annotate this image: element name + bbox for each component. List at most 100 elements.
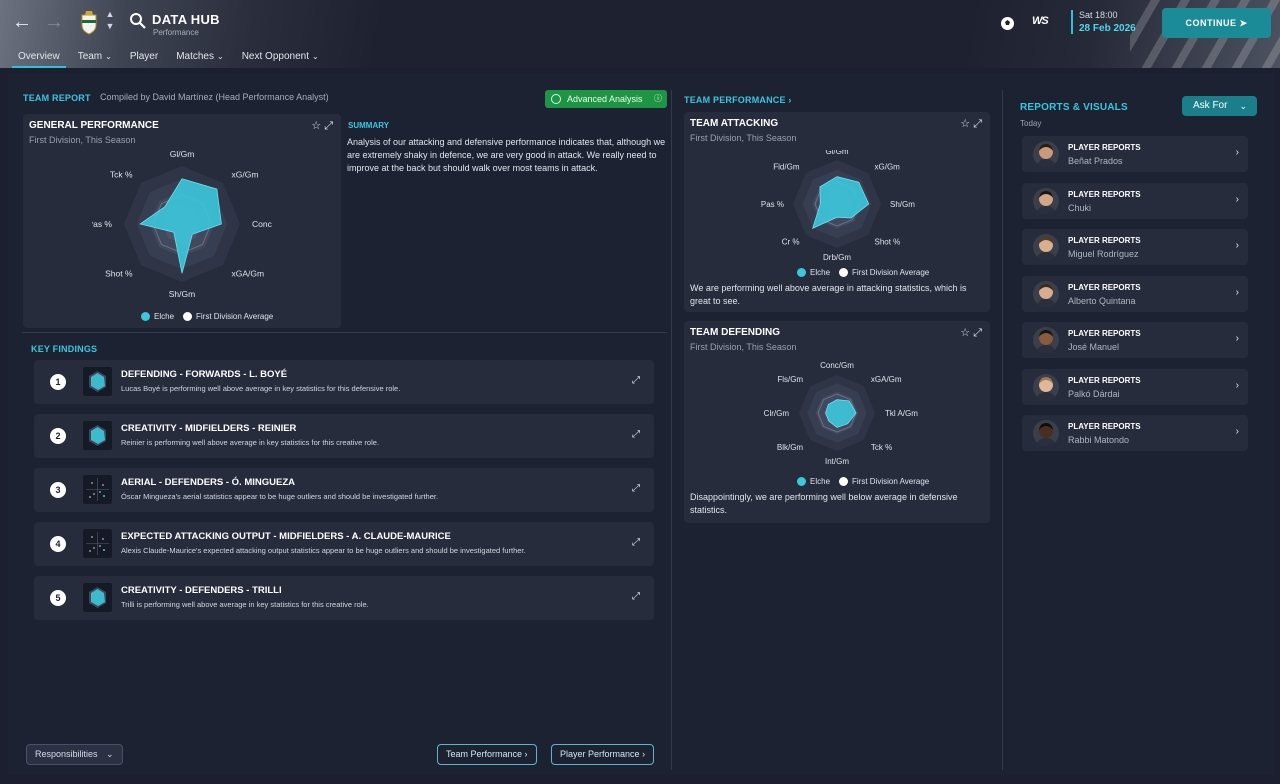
player-report-item[interactable]: PLAYER REPORTS Beñat Prados › (1022, 136, 1248, 172)
radar-axis-label: xGA/Gm (232, 269, 265, 279)
legend-swatch-team (797, 268, 806, 277)
radar-axis-label: Sh/Gm (890, 200, 915, 209)
team-performance-link[interactable]: TEAM PERFORMANCE › (684, 95, 792, 105)
tab-bar: Overview Team ⌄ Player Matches ⌄ Next Oppo… (12, 48, 331, 68)
finding-title: DEFENDING - FORWARDS - L. BOYÉ (121, 369, 288, 380)
scatter-thumbnail-icon (83, 529, 112, 558)
card-title: TEAM ATTACKING (690, 118, 779, 129)
radar-thumbnail-icon (83, 583, 112, 612)
expand-icon[interactable]: ⤢ (324, 120, 333, 132)
expand-icon[interactable]: ⤢ (973, 118, 982, 130)
radar-axis-label: Fld/Gm (773, 163, 800, 172)
chevron-right-icon: › (1235, 240, 1239, 251)
legend-swatch-avg (839, 268, 849, 277)
finding-title: AERIAL - DEFENDERS - Ó. MINGUEZA (121, 477, 295, 488)
card-title: TEAM DEFENDING (690, 327, 780, 338)
radar-legend: Elche First Division Average (797, 477, 929, 486)
tab-next-opponent[interactable]: Next Opponent ⌄ (236, 48, 325, 68)
game-date[interactable]: Sat 18:00 28 Feb 2026 (1071, 10, 1136, 34)
expand-icon[interactable]: ⤢ (632, 537, 640, 548)
report-type: PLAYER REPORTS (1068, 236, 1141, 245)
expand-icon[interactable]: ⤢ (973, 327, 982, 339)
card-title: GENERAL PERFORMANCE (29, 120, 159, 131)
club-switch-icon[interactable]: ▲ ▼ (104, 8, 116, 36)
radar-legend: Elche First Division Average (797, 268, 929, 277)
player-report-item[interactable]: PLAYER REPORTS Palkó Dárdai › (1022, 368, 1248, 405)
responsibilities-dropdown[interactable]: Responsibilities ⌄ (26, 744, 123, 765)
player-name: Beñat Prados (1068, 156, 1123, 166)
back-arrow-icon[interactable]: ← (10, 10, 34, 34)
card-actions: ☆ ⤢ (311, 119, 333, 133)
radar-axis-label: Gl/Gm (825, 150, 848, 156)
star-icon[interactable]: ☆ (311, 120, 321, 132)
player-report-item[interactable]: PLAYER REPORTS Chuki › (1022, 182, 1248, 219)
tab-matches[interactable]: Matches ⌄ (170, 48, 230, 68)
key-finding-item[interactable]: 2 CREATIVITY - MIDFIELDERS - REINIER Reini… (34, 414, 654, 458)
star-icon[interactable]: ☆ (960, 118, 970, 130)
star-icon[interactable]: ☆ (960, 327, 970, 339)
general-performance-card: GENERAL PERFORMANCE First Division, This… (23, 114, 341, 328)
finding-description: Trilli is performing well above average … (121, 600, 369, 609)
radar-axis-label: Cr % (782, 238, 800, 247)
continue-label: CONTINUE (1185, 18, 1237, 28)
expand-icon[interactable]: ⤢ (632, 591, 640, 602)
player-report-item[interactable]: PLAYER REPORTS Miguel Rodríguez › (1022, 229, 1248, 265)
radar-axis-label: Tck % (871, 443, 892, 452)
summary-text: Analysis of our attacking and defensive … (347, 137, 666, 173)
legend-avg: First Division Average (852, 268, 930, 277)
chevron-down-icon: ⌄ (217, 52, 224, 61)
tab-team[interactable]: Team ⌄ (72, 48, 118, 68)
legend-team: Elche (810, 268, 831, 277)
expand-icon[interactable]: ⤢ (632, 375, 640, 386)
team-performance-button[interactable]: Team Performance › (437, 744, 537, 765)
team-performance-label: Team Performance (446, 749, 523, 759)
chevron-right-icon: › (1235, 193, 1239, 205)
radar-axis-label: Sh/Gm (169, 289, 195, 299)
player-performance-button[interactable]: Player Performance › (551, 744, 655, 765)
search-icon[interactable] (129, 12, 147, 30)
expand-icon[interactable]: ⤢ (632, 483, 640, 494)
chevron-right-icon: › (524, 749, 528, 759)
avatar (1033, 420, 1059, 446)
avatar (1033, 141, 1059, 167)
forward-arrow-icon[interactable]: → (42, 10, 66, 34)
finding-number: 2 (50, 428, 66, 444)
team-attacking-card: TEAM ATTACKING First Division, This Seas… (684, 112, 990, 312)
club-crest-icon[interactable] (79, 11, 99, 35)
radar-thumbnail-icon (83, 421, 112, 450)
chevron-down-icon: ⌄ (1239, 101, 1247, 111)
compiled-by: Compiled by David Martínez (Head Perform… (100, 92, 329, 102)
ask-for-button[interactable]: Ask For ⌄ (1182, 96, 1257, 116)
advanced-analysis-badge[interactable]: Advanced Analysis ⓘ (545, 90, 667, 108)
divider (22, 332, 667, 333)
radar-axis-label: Blk/Gm (777, 443, 804, 452)
tab-player[interactable]: Player (124, 48, 164, 68)
key-finding-item[interactable]: 3 AERIAL - DEFENDERS - Ó. MINGUEZA Óscar M… (34, 468, 654, 512)
legend-team: Elche (810, 477, 831, 486)
expand-icon[interactable]: ⤢ (632, 429, 640, 440)
tab-label: Team (77, 51, 103, 62)
finding-description: Alexis Claude-Maurice's expected attacki… (121, 546, 526, 555)
key-finding-item[interactable]: 1 DEFENDING - FORWARDS - L. BOYÉ Lucas Boy… (34, 360, 654, 404)
brand-badge-icon[interactable]: WS (1032, 15, 1049, 33)
key-finding-item[interactable]: 5 CREATIVITY - DEFENDERS - TRILLI Trilli i… (34, 576, 654, 620)
advanced-label: Advanced Analysis (567, 94, 643, 104)
radar-axis-label: Clr/Gm (764, 409, 790, 418)
tab-overview[interactable]: Overview (12, 48, 66, 68)
defending-radar-chart: Conc/Gm xGA/Gm Tkl A/Gm Tck % Int/Gm Blk/Gm Cl… (764, 361, 919, 466)
radar-axis-label: Shot % (105, 269, 133, 279)
key-finding-item[interactable]: 4 EXPECTED ATTACKING OUTPUT - MIDFIELDERS… (34, 522, 654, 566)
continue-button[interactable]: CONTINUE ➤ (1162, 8, 1271, 38)
radar-axis-label: Drb/Gm (823, 253, 851, 262)
chevron-right-icon: › (1235, 333, 1239, 344)
ball-icon[interactable] (1000, 16, 1015, 31)
player-report-item[interactable]: PLAYER REPORTS José Manuel › (1022, 322, 1248, 358)
player-report-item[interactable]: PLAYER REPORTS Alberto Quintana › (1022, 275, 1248, 312)
chevron-down-icon: ⌄ (106, 749, 114, 759)
chevron-right-icon: › (642, 749, 646, 759)
radar-legend: Elche First Division Average (141, 312, 273, 321)
report-type: PLAYER REPORTS (1068, 143, 1141, 152)
chevron-right-icon: › (1235, 379, 1239, 391)
legend-team: Elche (154, 312, 175, 321)
player-report-item[interactable]: PLAYER REPORTS Rabbi Matondo › (1022, 415, 1248, 451)
